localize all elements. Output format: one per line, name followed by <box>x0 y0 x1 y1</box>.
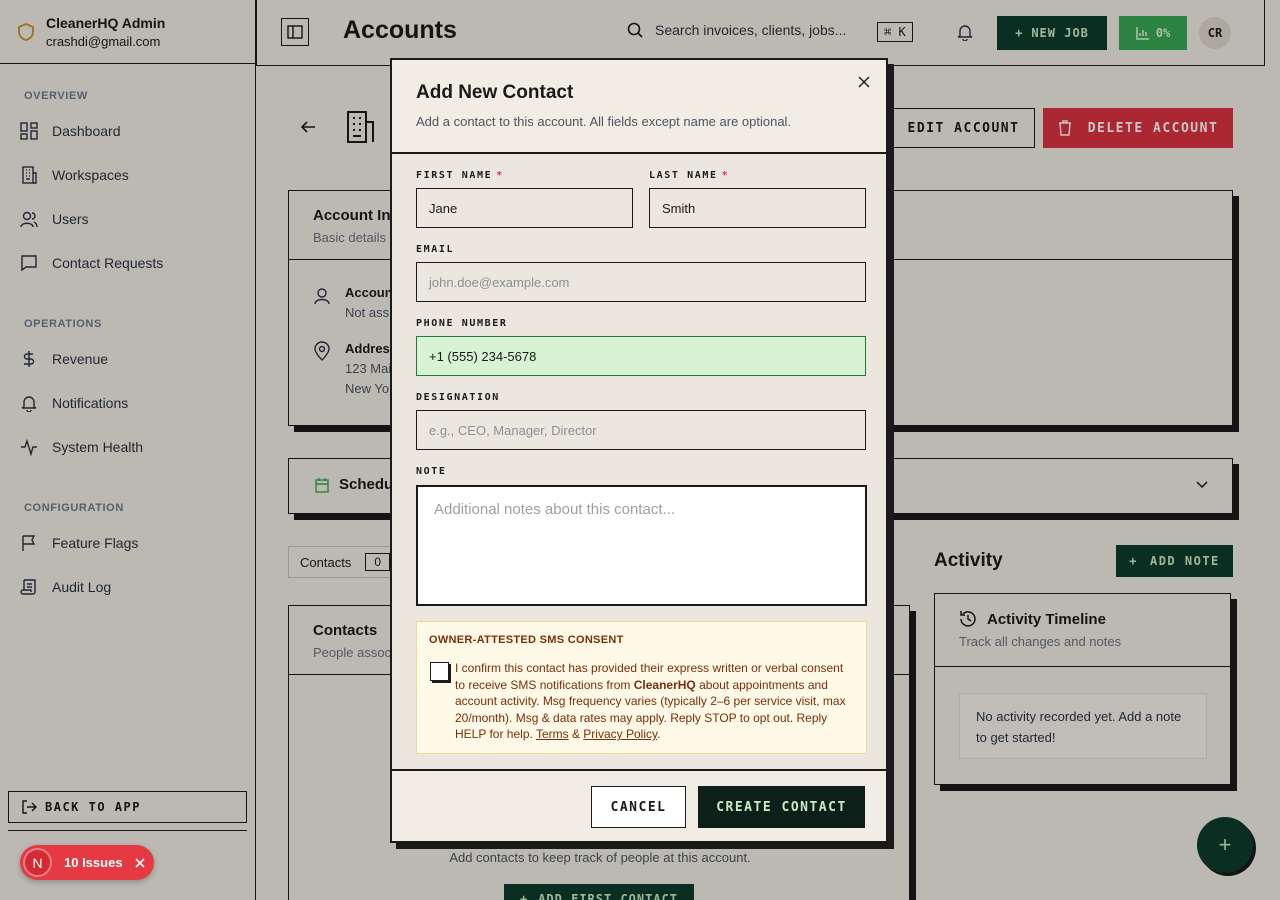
privacy-policy-link[interactable]: Privacy Policy <box>583 727 657 741</box>
email-field[interactable]: john.doe@example.com <box>416 262 866 302</box>
add-contact-modal: Add New Contact Add a contact to this ac… <box>390 58 888 843</box>
note-textarea[interactable]: Additional notes about this contact... <box>416 485 867 606</box>
email-label: EMAIL <box>416 244 455 255</box>
modal-title: Add New Contact <box>416 82 574 103</box>
designation-label: DESIGNATION <box>416 392 500 403</box>
modal-subtitle: Add a contact to this account. All field… <box>416 114 792 129</box>
last-name-label: LAST NAME * <box>649 170 730 181</box>
issues-label: 10 Issues <box>64 855 123 870</box>
phone-field[interactable]: +1 (555) 234-5678 <box>416 336 866 376</box>
consent-title: OWNER-ATTESTED SMS CONSENT <box>429 634 624 646</box>
create-contact-button[interactable]: CREATE CONTACT <box>698 786 865 828</box>
designation-field[interactable]: e.g., CEO, Manager, Director <box>416 410 866 450</box>
modal-header: Add New Contact Add a contact to this ac… <box>392 60 886 154</box>
consent-checkbox[interactable] <box>430 662 449 681</box>
phone-label: PHONE NUMBER <box>416 318 508 329</box>
issues-logo: N <box>23 848 52 877</box>
consent-text: I confirm this contact has provided thei… <box>455 661 846 741</box>
first-name-label: FIRST NAME * <box>416 170 504 181</box>
modal-footer: CANCEL CREATE CONTACT <box>392 769 886 841</box>
sms-consent-box: OWNER-ATTESTED SMS CONSENT I confirm thi… <box>416 621 867 754</box>
note-label: NOTE <box>416 466 447 477</box>
last-name-field[interactable]: Smith <box>649 188 866 228</box>
issues-badge[interactable]: N 10 Issues <box>20 845 154 880</box>
cancel-button[interactable]: CANCEL <box>591 786 686 828</box>
close-icon[interactable] <box>134 857 145 868</box>
terms-link[interactable]: Terms <box>536 727 569 741</box>
first-name-field[interactable]: Jane <box>416 188 633 228</box>
close-icon[interactable] <box>858 76 870 88</box>
